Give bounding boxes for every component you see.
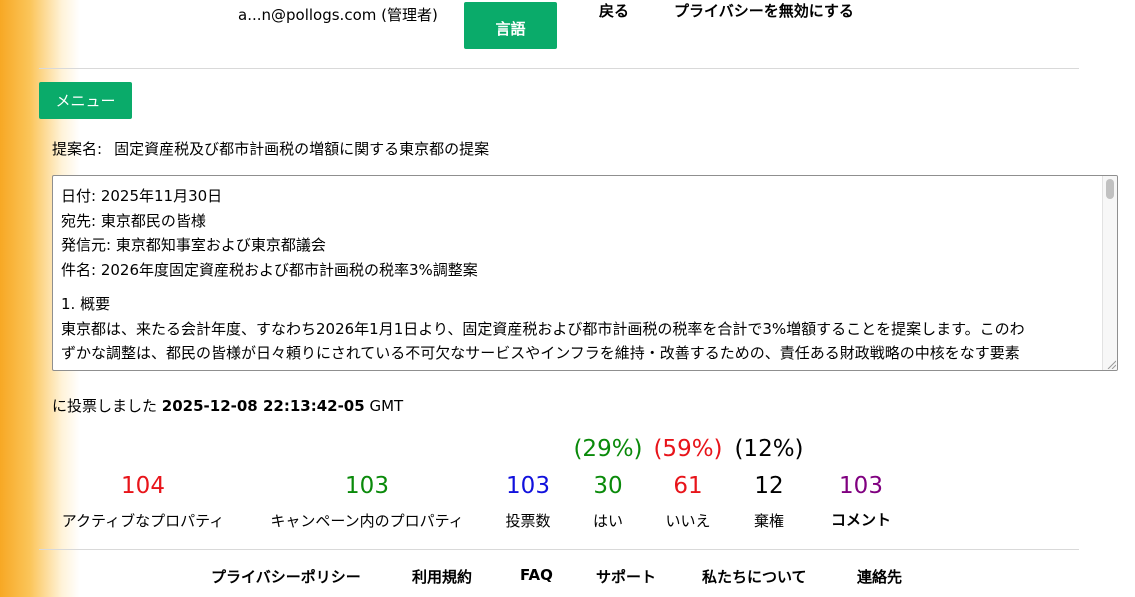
proposal-line: ずかな調整は、都民の皆様が日々頼りにされている不可欠なサービスやインフラを維持・… [61, 344, 1020, 362]
footer-privacy-policy-link[interactable]: プライバシーポリシー [211, 566, 361, 587]
proposal-line: 東京都は、来たる会計年度、すなわち2026年1月1日より、固定資産税および都市計… [61, 319, 1025, 338]
abstain-label: 棄権 [753, 512, 785, 530]
proposal-name: 固定資産税及び都市計画税の増額に関する東京都の提案 [114, 140, 490, 158]
footer-terms-link[interactable]: 利用規約 [412, 566, 472, 587]
proposal-line: 1. 概要 [61, 295, 111, 313]
active-properties-count: 104 [121, 473, 165, 499]
user-label: a...n@pollogs.com (管理者) [238, 6, 438, 24]
campaign-properties-count: 103 [345, 473, 389, 499]
vote-timestamp: 2025-12-08 22:13:42-05 [161, 397, 365, 415]
comments-count: 103 [839, 473, 883, 499]
proposal-line: 日付: 2025年11月30日 [61, 187, 223, 205]
proposal-text-area[interactable]: 日付: 2025年11月30日 宛先: 東京都民の皆様 発信元: 東京都知事室お… [52, 175, 1118, 371]
scrollbar-thumb[interactable] [1106, 179, 1114, 199]
top-bar: a...n@pollogs.com (管理者) 言語 戻る プライバシーを無効に… [0, 0, 1135, 50]
proposal-line: 件名: 2026年度固定資産税および都市計画税の税率3%調整案 [61, 260, 478, 279]
proposal-line: 宛先: 東京都民の皆様 [61, 211, 206, 230]
header-divider [39, 68, 1079, 69]
disable-privacy-link[interactable]: プライバシーを無効にする [674, 0, 854, 21]
menu-button[interactable]: メニュー [39, 82, 132, 119]
proposal-line: 発信元: 東京都知事室および東京都議会 [61, 236, 326, 254]
footer-about-link[interactable]: 私たちについて [702, 566, 807, 587]
no-count: 61 [673, 473, 703, 499]
resize-grip-icon[interactable] [1106, 359, 1116, 369]
vote-status: に投票しました 2025-12-08 22:13:42-05 GMT [52, 395, 403, 416]
vote-timezone: GMT [369, 397, 404, 415]
language-button[interactable]: 言語 [464, 2, 557, 49]
footer-support-link[interactable]: サポート [596, 566, 656, 587]
active-properties-label: アクティブなプロパティ [61, 512, 225, 530]
back-link[interactable]: 戻る [599, 0, 629, 21]
votes-count: 103 [506, 473, 550, 499]
votes-label: 投票数 [505, 512, 551, 530]
abstain-count: 12 [754, 473, 784, 499]
proposal-name-prefix: 提案名: [52, 140, 103, 158]
yes-percent: (29%) [573, 436, 643, 462]
yes-count: 30 [593, 473, 623, 499]
text-area-scrollbar[interactable] [1102, 176, 1117, 370]
no-percent: (59%) [653, 436, 723, 462]
proposal-title: 提案名: 固定資産税及び都市計画税の増額に関する東京都の提案 [52, 138, 489, 159]
footer-contact-link[interactable]: 連絡先 [857, 566, 902, 587]
vote-status-prefix: に投票しました [52, 397, 158, 415]
yes-label: はい [592, 512, 624, 530]
campaign-properties-label: キャンペーン内のプロパティ [270, 512, 464, 530]
no-label: いいえ [665, 512, 711, 530]
footer-faq-link[interactable]: FAQ [520, 566, 553, 584]
comments-link[interactable]: コメント [831, 509, 891, 530]
footer-divider [39, 549, 1079, 550]
abstain-percent: (12%) [734, 436, 804, 462]
